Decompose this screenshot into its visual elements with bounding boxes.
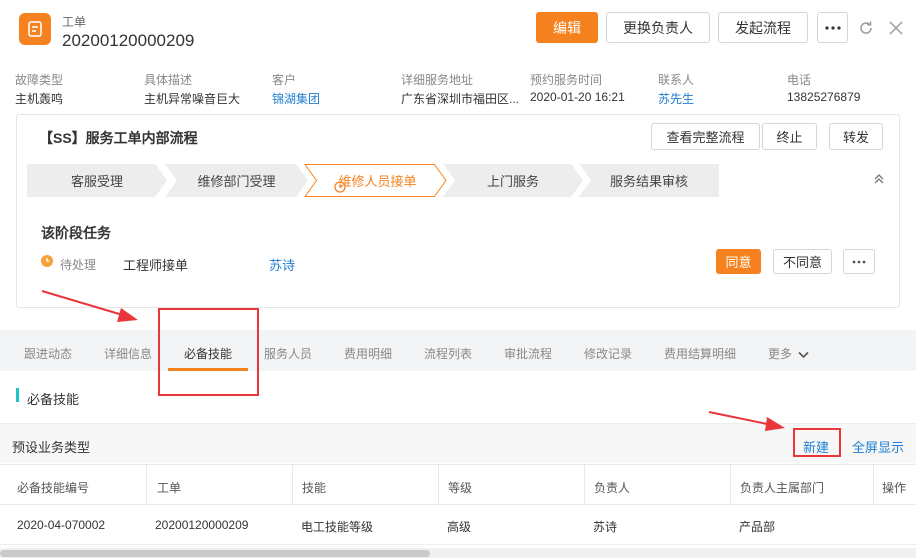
annotation-arrows (41, 290, 785, 431)
annotation-arrow-head (117, 308, 138, 322)
annotation-arrow-line (708, 411, 773, 426)
annotation-arrow-line (41, 290, 127, 317)
annotation-arrow-head (765, 417, 785, 431)
